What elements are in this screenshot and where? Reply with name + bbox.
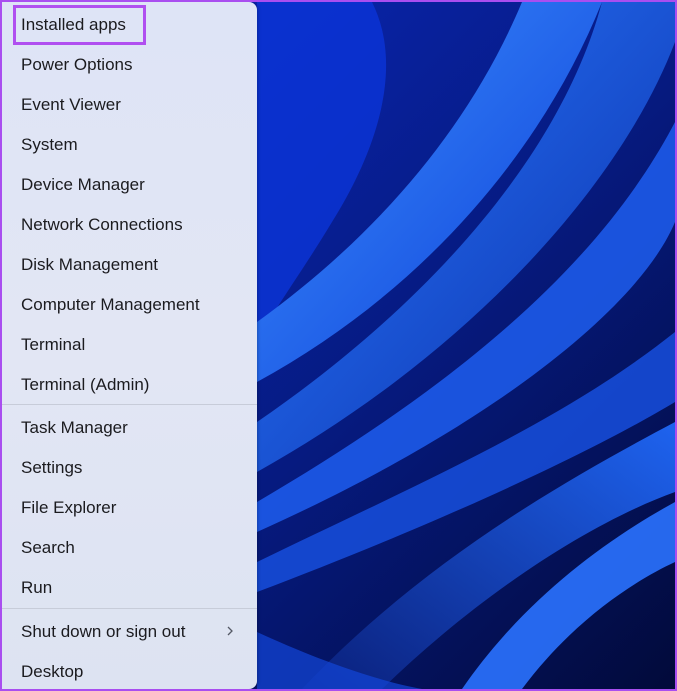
screenshot-frame: Installed apps Power Options Event Viewe… (2, 2, 675, 689)
menu-item-installed-apps[interactable]: Installed apps (2, 5, 257, 45)
menu-item-disk-management[interactable]: Disk Management (2, 245, 257, 285)
menu-item-label: Settings (21, 458, 83, 477)
menu-item-label: Power Options (21, 55, 133, 74)
menu-item-label: Task Manager (21, 418, 128, 437)
menu-item-label: File Explorer (21, 498, 117, 517)
menu-separator (2, 404, 257, 405)
chevron-right-icon (227, 626, 233, 636)
menu-item-run[interactable]: Run (2, 568, 257, 608)
menu-item-search[interactable]: Search (2, 528, 257, 568)
menu-item-network-connections[interactable]: Network Connections (2, 205, 257, 245)
menu-item-label: Installed apps (21, 15, 126, 34)
menu-item-label: Terminal (21, 335, 86, 354)
menu-item-terminal[interactable]: Terminal (2, 325, 257, 365)
menu-separator (2, 608, 257, 609)
menu-item-power-options[interactable]: Power Options (2, 45, 257, 85)
menu-item-label: Shut down or sign out (21, 622, 186, 641)
menu-item-settings[interactable]: Settings (2, 448, 257, 488)
menu-item-label: Terminal (Admin) (21, 375, 150, 394)
menu-item-device-manager[interactable]: Device Manager (2, 165, 257, 205)
quick-link-menu: Installed apps Power Options Event Viewe… (2, 2, 257, 689)
menu-item-label: Run (21, 578, 53, 597)
menu-item-label: Desktop (21, 662, 84, 681)
menu-item-task-manager[interactable]: Task Manager (2, 408, 257, 448)
menu-item-shut-down-or-sign-out[interactable]: Shut down or sign out (2, 612, 257, 652)
menu-item-desktop[interactable]: Desktop (2, 652, 257, 689)
menu-item-event-viewer[interactable]: Event Viewer (2, 85, 257, 125)
menu-item-label: Network Connections (21, 215, 183, 234)
menu-item-label: Device Manager (21, 175, 145, 194)
menu-item-computer-management[interactable]: Computer Management (2, 285, 257, 325)
menu-item-label: Disk Management (21, 255, 159, 274)
menu-item-label: Computer Management (21, 295, 200, 314)
menu-item-label: System (21, 135, 78, 154)
menu-item-terminal-admin[interactable]: Terminal (Admin) (2, 365, 257, 405)
menu-item-system[interactable]: System (2, 125, 257, 165)
menu-item-label: Event Viewer (21, 95, 121, 114)
menu-item-file-explorer[interactable]: File Explorer (2, 488, 257, 528)
menu-item-label: Search (21, 538, 75, 557)
